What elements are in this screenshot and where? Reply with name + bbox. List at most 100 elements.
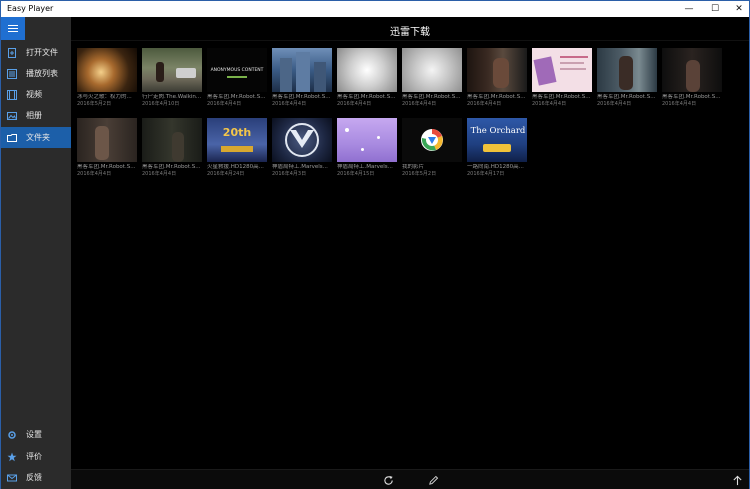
tile-caption: 行尸走肉.The.Walkin... xyxy=(142,94,202,100)
media-tile[interactable]: 黑客军团.Mr.Robot.S... 2016年4月4日 xyxy=(272,48,332,107)
tile-date: 2016年4月4日 xyxy=(662,101,697,107)
tile-date: 2016年4月3日 xyxy=(272,171,307,177)
media-tile[interactable]: 20th 火星救援.HD1280高... 2016年4月24日 xyxy=(207,118,267,177)
media-tile[interactable]: 黑客军团.Mr.Robot.S... 2016年4月4日 xyxy=(402,48,462,107)
media-tile[interactable]: 神盾局特工.Marvels... 2016年4月3日 xyxy=(272,118,332,177)
media-tile[interactable]: 我的影片 2016年5月2日 xyxy=(402,118,462,177)
sidebar-item-video[interactable]: 视频 xyxy=(1,84,71,105)
pencil-icon xyxy=(428,475,438,485)
media-tile[interactable]: 黑客军团.Mr.Robot.S... 2016年4月4日 xyxy=(532,48,592,107)
tile-date: 2016年4月4日 xyxy=(467,101,502,107)
maximize-button[interactable]: ☐ xyxy=(703,1,727,17)
tile-caption: 黑客军团.Mr.Robot.S... xyxy=(337,94,396,100)
thumbnail: 20th xyxy=(207,118,267,162)
sidebar-item-label: 评价 xyxy=(26,452,42,461)
tile-date: 2016年4月4日 xyxy=(207,101,242,107)
tile-date: 2016年4月4日 xyxy=(337,101,372,107)
orchard-logo: The Orchard xyxy=(470,126,526,136)
open-file-icon xyxy=(7,47,17,58)
sidebar-item-photo-album[interactable]: 相册 xyxy=(1,105,71,126)
tile-date: 2016年4月4日 xyxy=(142,171,177,177)
sidebar-item-open-file[interactable]: 打开文件 xyxy=(1,42,71,63)
page-title: 迅雷下载 xyxy=(390,27,430,38)
thumbnail xyxy=(77,118,137,162)
sidebar-item-playlist[interactable]: 播放列表 xyxy=(1,63,71,84)
photo-album-icon xyxy=(7,111,17,121)
media-tile[interactable]: 黑客军团.Mr.Robot.S... 2016年4月4日 xyxy=(337,48,397,107)
tile-caption: 黑客军团.Mr.Robot.S... xyxy=(207,94,266,100)
sidebar-item-label: 反馈 xyxy=(26,473,42,482)
shield-eagle-logo xyxy=(285,123,319,157)
bottom-app-bar xyxy=(71,469,749,489)
page-header: 迅雷下载 xyxy=(71,17,749,41)
sidebar-item-label: 播放列表 xyxy=(26,69,58,78)
sidebar-item-label: 视频 xyxy=(26,90,42,99)
tile-date: 2016年5月2日 xyxy=(402,171,437,177)
media-tile[interactable]: 神盾局特工.Marvels... 2016年4月15日 xyxy=(337,118,397,177)
tile-caption: 冰与火之歌：权力的... xyxy=(77,94,132,100)
thumbnail xyxy=(272,48,332,92)
fox-logo: 20th xyxy=(222,126,252,139)
thumbnail xyxy=(142,118,202,162)
hamburger-menu-button[interactable] xyxy=(1,17,25,40)
tile-caption: 我的影片 xyxy=(402,164,425,170)
tile-caption: 火星救援.HD1280高... xyxy=(207,164,264,170)
thumbnail xyxy=(597,48,657,92)
app-window: Easy Player — ☐ ✕ 打开文件 播放列表 视频 相册 文件夹 设置… xyxy=(0,0,750,489)
tile-caption: 黑客军团.Mr.Robot.S... xyxy=(272,94,331,100)
media-tile[interactable]: 黑客军团.Mr.Robot.S... 2016年4月4日 xyxy=(142,118,202,177)
refresh-icon xyxy=(383,475,393,485)
thumbnail: ANONYMOUS CONTENT xyxy=(207,48,267,92)
tile-date: 2016年4月4日 xyxy=(597,101,632,107)
minimize-button[interactable]: — xyxy=(677,1,701,17)
thumbnail xyxy=(402,48,462,92)
tile-caption: 黑客军团.Mr.Robot.S... xyxy=(662,94,721,100)
media-tile[interactable]: 行尸走肉.The.Walkin... 2016年4月10日 xyxy=(142,48,202,107)
sidebar-item-label: 文件夹 xyxy=(26,133,50,142)
tile-date: 2016年4月24日 xyxy=(207,171,245,177)
thumbnail xyxy=(337,48,397,92)
tile-date: 2016年4月4日 xyxy=(402,101,437,107)
sidebar-item-rate[interactable]: 评价 xyxy=(1,446,71,467)
video-icon xyxy=(7,89,17,100)
thumbnail xyxy=(467,48,527,92)
tile-caption: 黑客军团.Mr.Robot.S... xyxy=(597,94,656,100)
scroll-to-top-button[interactable] xyxy=(729,472,745,488)
tile-date: 2016年4月4日 xyxy=(272,101,307,107)
media-tile[interactable]: ANONYMOUS CONTENT 黑客军团.Mr.Robot.S... 201… xyxy=(207,48,267,107)
mail-icon xyxy=(7,473,17,483)
tile-date: 2016年4月4日 xyxy=(532,101,567,107)
sidebar-item-feedback[interactable]: 反馈 xyxy=(1,467,71,488)
media-tile[interactable]: 黑客军团.Mr.Robot.S... 2016年4月4日 xyxy=(77,118,137,177)
tile-caption: 一路向南.HD1280高... xyxy=(467,164,524,170)
anonymous-content-logo: ANONYMOUS CONTENT xyxy=(210,68,264,73)
media-tile[interactable]: 冰与火之歌：权力的... 2016年5月2日 xyxy=(77,48,137,107)
tile-caption: 神盾局特工.Marvels... xyxy=(272,164,328,170)
edit-button[interactable] xyxy=(425,472,441,488)
app-logo-icon xyxy=(421,129,443,151)
sidebar-item-folder[interactable]: 文件夹 xyxy=(1,127,71,148)
tile-date: 2016年4月17日 xyxy=(467,171,505,177)
tile-caption: 黑客军团.Mr.Robot.S... xyxy=(467,94,526,100)
tile-date: 2016年5月2日 xyxy=(77,101,112,107)
sidebar-item-label: 相册 xyxy=(26,111,42,120)
media-tile[interactable]: 黑客军团.Mr.Robot.S... 2016年4月4日 xyxy=(597,48,657,107)
close-button[interactable]: ✕ xyxy=(727,1,750,17)
tile-date: 2016年4月4日 xyxy=(77,171,112,177)
media-tile[interactable]: The Orchard 一路向南.HD1280高... 2016年4月17日 xyxy=(467,118,527,177)
thumbnail xyxy=(662,48,722,92)
tile-caption: 黑客军团.Mr.Robot.S... xyxy=(142,164,201,170)
title-bar: Easy Player — ☐ ✕ xyxy=(1,1,749,17)
thumbnail xyxy=(77,48,137,92)
media-tile[interactable]: 黑客军团.Mr.Robot.S... 2016年4月4日 xyxy=(467,48,527,107)
tile-caption: 黑客军团.Mr.Robot.S... xyxy=(532,94,591,100)
refresh-button[interactable] xyxy=(380,472,396,488)
sidebar-item-settings[interactable]: 设置 xyxy=(1,424,71,445)
thumbnail xyxy=(142,48,202,92)
tile-caption: 黑客军团.Mr.Robot.S... xyxy=(402,94,461,100)
sidebar-item-label: 设置 xyxy=(26,430,42,439)
tile-caption: 黑客军团.Mr.Robot.S... xyxy=(77,164,136,170)
media-tile[interactable]: 黑客军团.Mr.Robot.S... 2016年4月4日 xyxy=(662,48,722,107)
arrow-up-icon xyxy=(732,475,742,485)
tile-date: 2016年4月10日 xyxy=(142,101,180,107)
